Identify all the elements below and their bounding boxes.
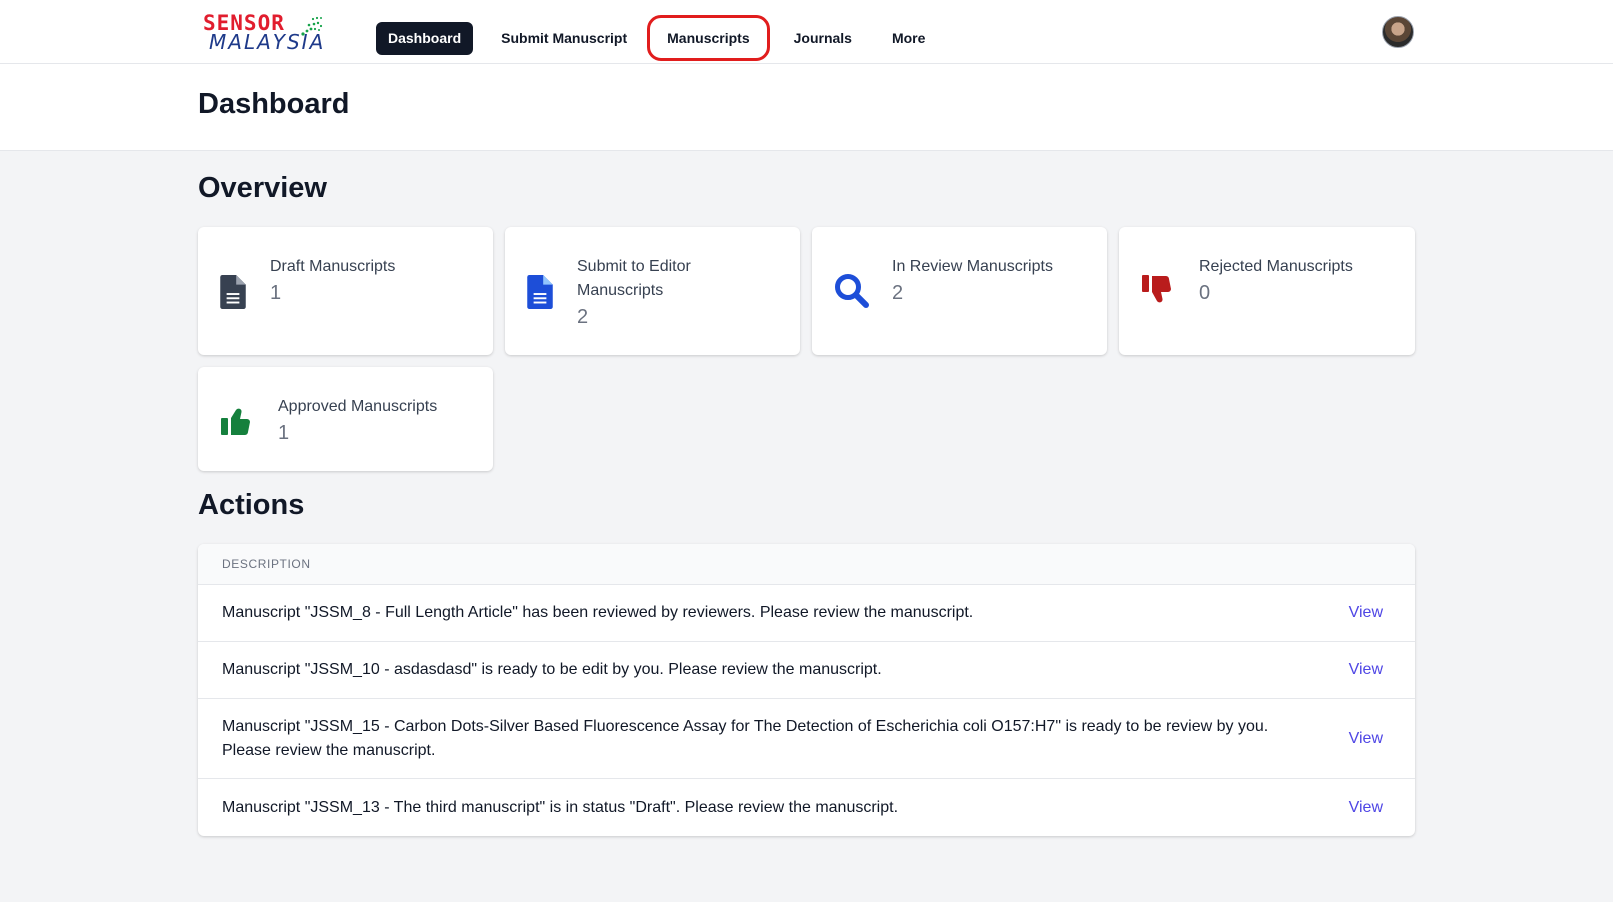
view-link[interactable]: View [1323,799,1391,817]
row-description: Manuscript "JSSM_8 - Full Length Article… [222,604,974,621]
search-icon [835,274,869,308]
card-value: 1 [278,422,290,444]
table-row: Manuscript "JSSM_8 - Full Length Article… [198,585,1415,642]
row-description: Manuscript "JSSM_10 - asdasdasd" is read… [222,661,882,678]
table-row: Manuscript "JSSM_10 - asdasdasd" is read… [198,642,1415,699]
card-in-review[interactable]: In Review Manuscripts 2 [812,227,1107,355]
row-description: Manuscript "JSSM_13 - The third manuscri… [222,798,899,816]
thumbs-up-icon [221,408,250,435]
actions-table: DESCRIPTION Manuscript "JSSM_8 - Full Le… [198,544,1415,836]
document-icon [527,275,553,309]
document-icon [220,275,246,309]
card-label: Draft Manuscripts [270,258,396,275]
row-description: Manuscript "JSSM_15 - Carbon Dots-Silver… [222,717,1269,759]
card-draft-manuscripts[interactable]: Draft Manuscripts 1 [198,227,493,355]
table-row: Manuscript "JSSM_15 - Carbon Dots-Silver… [198,699,1415,779]
nav-more[interactable]: More [880,22,937,55]
card-approved[interactable]: Approved Manuscripts 1 [198,367,493,471]
nav-manuscripts[interactable]: Manuscripts [647,15,770,61]
card-rejected[interactable]: Rejected Manuscripts 0 [1119,227,1415,355]
overview-title: Overview [198,172,327,204]
card-label: In Review Manuscripts [892,258,1053,275]
view-link[interactable]: View [1323,604,1391,622]
signal-dots-icon [301,16,323,36]
user-avatar[interactable] [1382,16,1414,48]
actions-title: Actions [198,489,305,521]
top-navigation: SENSOR MALAYSIA Dashboard Submit Manuscr… [0,0,1613,64]
card-label: Rejected Manuscripts [1199,258,1353,275]
view-link[interactable]: View [1323,730,1391,748]
table-row: Manuscript "JSSM_13 - The third manuscri… [198,779,1415,836]
sensor-malaysia-logo[interactable]: SENSOR MALAYSIA [203,12,325,53]
card-label: Submit to Editor Manuscripts [577,258,691,299]
nav-submit-manuscript[interactable]: Submit Manuscript [489,22,639,55]
page-header: Dashboard [0,64,1613,151]
page-title: Dashboard [198,88,350,120]
thumbs-down-icon [1142,275,1171,303]
card-submit-to-editor[interactable]: Submit to Editor Manuscripts 2 [505,227,800,355]
card-value: 0 [1199,282,1211,304]
nav-journals[interactable]: Journals [782,22,864,55]
card-value: 1 [270,282,282,304]
nav-dashboard[interactable]: Dashboard [376,21,474,55]
view-link[interactable]: View [1323,661,1391,679]
card-value: 2 [577,306,589,328]
card-value: 2 [892,282,904,304]
main-nav: Dashboard Submit Manuscript Manuscripts … [376,15,937,61]
card-label: Approved Manuscripts [278,398,438,415]
column-header-description: DESCRIPTION [198,544,1415,585]
